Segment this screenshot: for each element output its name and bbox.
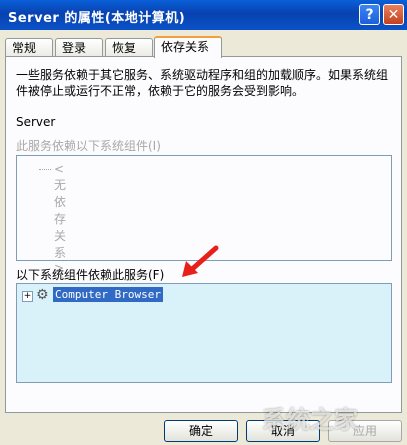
tab-logon[interactable]: 登录 (55, 38, 103, 56)
expand-icon[interactable]: + (22, 291, 33, 302)
watermark-text: 系统之家 (262, 406, 358, 434)
title-bar[interactable]: Server 的属性(本地计算机) ? ✕ (0, 0, 407, 30)
tab-recovery[interactable]: 恢复 (105, 38, 153, 56)
red-arrow-icon (182, 245, 219, 277)
tab-general[interactable]: 常规 (5, 38, 53, 56)
ok-button[interactable]: 确定 (164, 420, 238, 442)
tab-dependencies[interactable]: 依存关系 (154, 36, 222, 58)
depends-on-label: 此服务依赖以下系统组件(I) (16, 139, 161, 153)
help-button[interactable]: ? (359, 4, 380, 25)
window-title: Server 的属性(本地计算机) (8, 11, 186, 26)
dependencies-panel: 一些服务依赖于其它服务、系统驱动程序和组的加载顺序。如果系统组件被停止或运行不正… (5, 56, 402, 413)
description-text: 一些服务依赖于其它服务、系统驱动程序和组的加载顺序。如果系统组件被停止或运行不正… (16, 68, 389, 98)
no-dependency-item: <无依存关系> (54, 162, 67, 275)
dependents-label: 以下系统组件依赖此服务(F) (16, 268, 165, 282)
computer-browser-item[interactable]: Computer Browser (53, 287, 163, 302)
dependents-tree[interactable]: + ⚙ Computer Browser (16, 283, 392, 383)
gear-icon: ⚙ (36, 287, 49, 303)
service-name: Server (16, 115, 56, 129)
tree-connector (39, 169, 51, 170)
close-button[interactable]: ✕ (383, 4, 404, 25)
